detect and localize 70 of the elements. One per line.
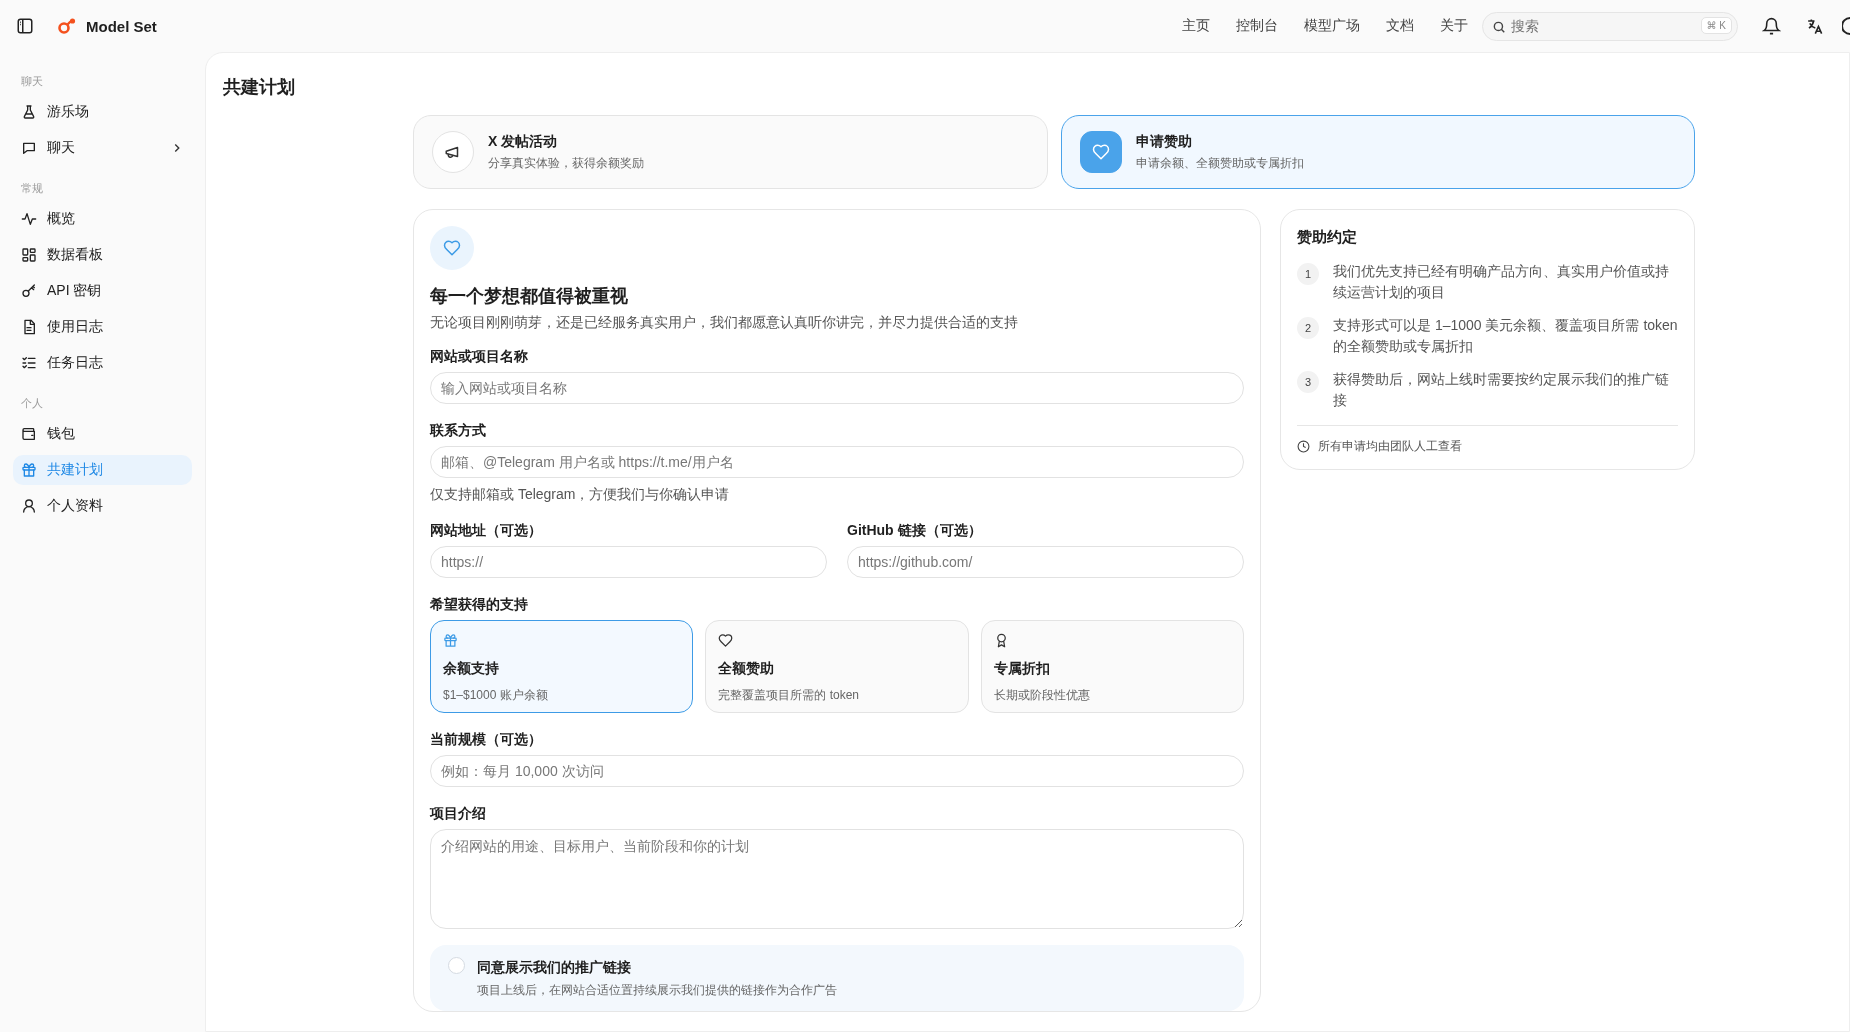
nav-link[interactable]: 关于 — [1440, 17, 1468, 35]
program-tab[interactable]: 申请赞助 申请余额、全额赞助或专属折扣 — [1060, 115, 1695, 189]
form-heading: 每一个梦想都值得被重视 — [430, 285, 629, 308]
sidebar-item[interactable]: 聊天 — [13, 133, 192, 163]
github-field[interactable]: https://github.com/ — [847, 546, 1244, 578]
clock-icon — [1297, 440, 1310, 453]
nav-link[interactable]: 主页 — [1182, 17, 1210, 35]
field-label: 网站或项目名称 — [430, 348, 529, 366]
wallet-icon — [21, 426, 37, 442]
nav-link[interactable]: 文档 — [1386, 17, 1414, 35]
term-text: 支持形式可以是 1–1000 美元余额、覆盖项目所需 token 的全额赞助或专属折扣 — [1333, 316, 1678, 356]
field-label: GitHub 链接（可选） — [847, 522, 983, 540]
terms-title: 赞助约定 — [1297, 228, 1358, 247]
grid-icon — [21, 247, 37, 263]
project-name-field[interactable]: 输入网站或项目名称 — [430, 372, 1244, 404]
consent-title: 同意展示我们的推广链接 — [477, 959, 632, 977]
form-description: 无论项目刚刚萌芽，还是已经服务真实用户，我们都愿意认真听你讲完，并尽力提供合适的支持 — [430, 314, 1019, 332]
sidebar-item[interactable]: 个人资料 — [13, 491, 192, 521]
step-number: 1 — [1297, 263, 1319, 285]
chat-icon — [21, 140, 37, 156]
flask-icon — [21, 104, 37, 120]
consent-checkbox[interactable] — [448, 957, 465, 974]
field-label: 项目介绍 — [430, 805, 487, 823]
program-tab[interactable]: X 发帖活动 分享真实体验，获得余额奖励 — [413, 115, 1048, 189]
sidebar-item[interactable]: 概览 — [13, 204, 192, 234]
translate-icon[interactable] — [1805, 16, 1824, 36]
section-label: 聊天 — [20, 74, 44, 89]
consent-description: 项目上线后，在网站合适位置持续展示我们提供的链接作为合作广告 — [477, 982, 837, 999]
sidebar-toggle-icon[interactable] — [16, 17, 34, 35]
section-label: 个人 — [20, 396, 44, 411]
support-option[interactable]: 专属折扣 长期或阶段性优惠 — [980, 620, 1244, 713]
contact-field[interactable]: 邮箱、@Telegram 用户名或 https://t.me/用户名 — [430, 446, 1244, 478]
support-option[interactable]: 余额支持 $1–$1000 账户余额 — [430, 620, 694, 713]
sidebar-item[interactable]: 数据看板 — [13, 240, 192, 270]
gift-icon — [21, 462, 37, 478]
page-title: 共建计划 — [223, 76, 296, 99]
checklist-icon — [21, 355, 37, 371]
document-icon — [21, 319, 37, 335]
website-field[interactable]: https:// — [430, 546, 827, 578]
brand-name: Model Set — [86, 17, 157, 35]
field-label: 联系方式 — [430, 422, 487, 440]
field-label: 当前规模（可选） — [430, 731, 543, 749]
sidebar-item[interactable]: 游乐场 — [13, 97, 192, 127]
key-icon — [21, 283, 37, 299]
sidebar-item[interactable]: API 密钥 — [13, 276, 192, 306]
sidebar-item[interactable]: 使用日志 — [13, 312, 192, 342]
scale-field[interactable]: 例如：每月 10,000 次访问 — [430, 755, 1244, 787]
nav-link[interactable]: 模型广场 — [1304, 17, 1360, 35]
term-text: 获得赞助后，网站上线时需要按约定展示我们的推广链接 — [1333, 370, 1670, 410]
heart-icon — [1091, 143, 1110, 161]
intro-field[interactable]: 介绍网站的用途、目标用户、当前阶段和你的计划 — [430, 829, 1244, 929]
field-label: 网站地址（可选） — [430, 522, 543, 540]
gift-icon — [443, 633, 458, 648]
sidebar-item[interactable]: 任务日志 — [13, 348, 192, 378]
bell-icon[interactable] — [1762, 16, 1781, 36]
logo-icon — [58, 18, 76, 34]
sidebar-item[interactable]: 钱包 — [13, 419, 192, 449]
heart-icon — [443, 239, 461, 257]
user-icon — [21, 498, 37, 514]
pulse-icon — [21, 211, 37, 227]
step-number: 2 — [1297, 317, 1319, 339]
support-option[interactable]: 全额赞助 完整覆盖项目所需的 token — [705, 620, 969, 713]
section-label: 常规 — [20, 181, 44, 196]
footnote: 所有申请均由团队人工查看 — [1318, 438, 1462, 455]
field-label: 希望获得的支持 — [430, 596, 529, 614]
heart-icon — [718, 633, 734, 648]
term-text: 我们优先支持已经有明确产品方向、真实用户价值或持续运营计划的项目 — [1333, 262, 1670, 302]
step-number: 3 — [1297, 371, 1319, 393]
field-hint: 仅支持邮箱或 Telegram，方便我们与你确认申请 — [430, 486, 731, 504]
nav-link[interactable]: 控制台 — [1236, 17, 1278, 35]
